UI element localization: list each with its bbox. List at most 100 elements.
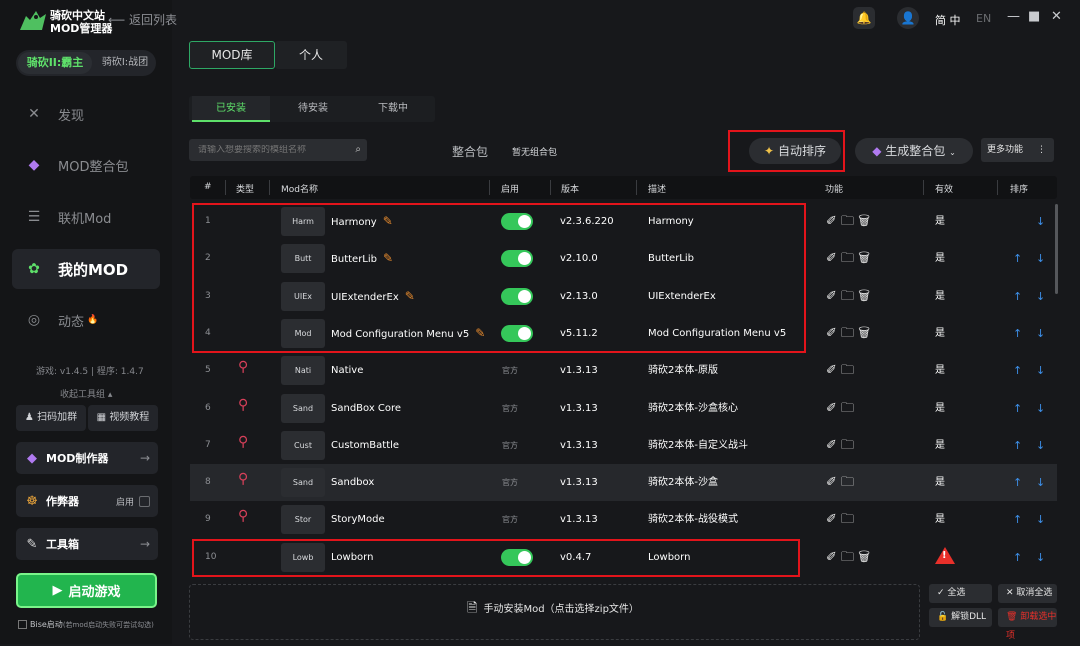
edit-icon[interactable]: ✐ xyxy=(826,438,837,453)
uninstall-selected-button[interactable]: 🗑 卸载选中项 xyxy=(998,608,1057,641)
subtab-installed[interactable]: 已安装 xyxy=(192,96,270,122)
generate-package-button[interactable]: ◆ 生成整合包 ⌄ xyxy=(855,138,973,164)
edit-icon[interactable]: ✐ xyxy=(826,326,837,341)
toolbox-button[interactable]: ✎ 工具箱 → xyxy=(16,528,158,560)
game-switch-warband[interactable]: 骑砍I:战团 xyxy=(96,52,154,74)
nav-discover[interactable]: ✕ 发现 xyxy=(12,94,160,134)
folder-icon[interactable]: 🗀 xyxy=(841,438,854,453)
move-down-icon[interactable]: ↓ xyxy=(1036,315,1045,352)
move-up-icon[interactable]: ↑ xyxy=(1013,539,1022,576)
search-input[interactable] xyxy=(198,145,348,155)
edit-icon[interactable]: ✐ xyxy=(826,289,837,304)
deselect-all-button[interactable]: ✕ 取消全选 xyxy=(998,584,1057,603)
mod-version: v1.3.13 xyxy=(560,514,598,526)
move-up-icon[interactable]: ↑ xyxy=(1013,278,1022,315)
launch-game-button[interactable]: ▶ 启动游戏 xyxy=(16,573,157,608)
function-icons: ✐ 🗀 xyxy=(826,501,896,538)
folder-icon[interactable]: 🗀 xyxy=(841,326,854,341)
edit-icon[interactable]: ✐ xyxy=(826,251,837,266)
table-row[interactable]: 6 ⚲ Sand SandBox Core 官方 v1.3.13 骑砍2本体-沙盒核心 ✐ 🗀… xyxy=(190,390,1057,427)
collapse-toolgroup[interactable]: 收起工具组 ▴ xyxy=(60,387,112,400)
edit-icon[interactable]: ✐ xyxy=(826,401,837,416)
maximize-icon[interactable]: ■ xyxy=(1028,9,1040,24)
video-tutorial-button[interactable]: ▦ 视频教程 xyxy=(88,405,158,431)
lang-en[interactable]: EN xyxy=(976,12,991,25)
move-down-icon[interactable]: ↓ xyxy=(1036,464,1045,501)
move-down-icon[interactable]: ↓ xyxy=(1036,427,1045,464)
folder-icon[interactable]: 🗀 xyxy=(841,214,854,229)
cheat-enable-checkbox[interactable] xyxy=(139,495,150,507)
move-down-icon[interactable]: ↓ xyxy=(1036,240,1045,277)
move-down-icon[interactable]: ↓ xyxy=(1036,352,1045,389)
subtab-downloading[interactable]: 下载中 xyxy=(354,96,432,122)
delete-icon[interactable]: 🗑 xyxy=(858,214,870,229)
delete-icon[interactable]: 🗑 xyxy=(858,326,870,341)
search-icon[interactable]: ⌕ xyxy=(355,139,361,161)
table-row[interactable]: 8 ⚲ Sand Sandbox 官方 v1.3.13 骑砍2本体-沙盒 ✐ 🗀 是 ↑ ↓ xyxy=(190,464,1057,502)
folder-icon[interactable]: 🗀 xyxy=(841,289,854,304)
edit-icon[interactable]: ✐ xyxy=(826,512,837,527)
nav-mod-package[interactable]: ◆ MOD整合包 xyxy=(12,145,160,185)
folder-icon[interactable]: 🗀 xyxy=(841,550,854,565)
select-all-button[interactable]: ✓ 全选 xyxy=(929,584,992,603)
folder-icon[interactable]: 🗀 xyxy=(841,512,854,527)
move-up-icon[interactable]: ↑ xyxy=(1013,240,1022,277)
bise-checkbox[interactable] xyxy=(18,620,27,629)
valid-status: 是 xyxy=(935,365,945,377)
tab-personal[interactable]: 个人 xyxy=(275,41,347,69)
valid-status: 是 xyxy=(935,216,945,227)
move-up-icon[interactable]: ↑ xyxy=(1013,464,1022,501)
edit-icon[interactable]: ✐ xyxy=(826,550,837,565)
move-down-icon[interactable]: ↓ xyxy=(1036,390,1045,427)
table-row[interactable]: 7 ⚲ Cust CustomBattle 官方 v1.3.13 骑砍2本体-自定义战斗 ✐ … xyxy=(190,427,1057,464)
row-number: 6 xyxy=(205,402,211,413)
scrollbar[interactable] xyxy=(1055,204,1058,294)
move-down-icon[interactable]: ↓ xyxy=(1036,539,1045,576)
more-functions-button[interactable]: 更多功能 ⋮ xyxy=(981,138,1054,162)
autosort-button[interactable]: ✦ 自动排序 xyxy=(749,138,841,164)
folder-icon[interactable]: 🗀 xyxy=(841,363,854,378)
minimize-icon[interactable]: — xyxy=(1007,9,1020,24)
nav-news[interactable]: ◎ 动态 🔥 xyxy=(12,300,160,340)
bell-icon[interactable]: 🔔 xyxy=(853,7,875,29)
move-down-icon[interactable]: ↓ xyxy=(1036,501,1045,538)
avatar-icon[interactable]: 👤 xyxy=(897,7,919,29)
subtab-pending[interactable]: 待安装 xyxy=(274,96,352,122)
lang-zh[interactable]: 简 中 xyxy=(935,12,961,28)
delete-icon[interactable]: 🗑 xyxy=(858,251,870,266)
folder-icon[interactable]: 🗀 xyxy=(841,251,854,266)
game-switch-bannerlord[interactable]: 骑砍II:霸主 xyxy=(18,52,92,74)
move-down-icon[interactable]: ↓ xyxy=(1036,278,1045,315)
scan-join-group-button[interactable]: ♟ 扫码加群 xyxy=(16,405,86,431)
nav-online-mod[interactable]: ☰ 联机Mod xyxy=(12,197,160,237)
folder-icon[interactable]: 🗀 xyxy=(841,401,854,416)
close-icon[interactable]: ✕ xyxy=(1051,9,1062,24)
fire-icon: 🔥 xyxy=(87,315,99,325)
official-tag: 官方 xyxy=(502,403,518,413)
program-version: 程序: 1.4.7 xyxy=(96,367,144,377)
table-row[interactable]: 9 ⚲ Stor StoryMode 官方 v1.3.13 骑砍2本体-战役模式 ✐ 🗀 是 ↑ ↓ xyxy=(190,501,1057,538)
move-up-icon[interactable]: ↑ xyxy=(1013,390,1022,427)
move-up-icon[interactable]: ↑ xyxy=(1013,501,1022,538)
bise-launch-option[interactable]: Bise启动(若mod启动失败可尝试勾选) xyxy=(18,619,154,630)
edit-icon[interactable]: ✐ xyxy=(826,214,837,229)
unlock-dll-button[interactable]: 🔓 解锁DLL xyxy=(929,608,992,627)
delete-icon[interactable]: 🗑 xyxy=(858,550,870,565)
move-down-icon[interactable]: ↓ xyxy=(1036,203,1045,240)
arrow-right-icon: → xyxy=(139,451,150,465)
move-up-icon[interactable]: ↑ xyxy=(1013,427,1022,464)
x-icon: ✕ xyxy=(1006,588,1014,598)
function-icons: ✐ 🗀 xyxy=(826,390,896,427)
nav-my-mod[interactable]: ✿ 我的MOD xyxy=(12,249,160,289)
tab-modlib[interactable]: MOD库 xyxy=(189,41,275,69)
edit-icon[interactable]: ✐ xyxy=(826,475,837,490)
mod-maker-button[interactable]: ◆ MOD制作器 → xyxy=(16,442,158,474)
back-to-list-link[interactable]: ⟵ 返回列表 xyxy=(108,11,177,28)
edit-icon[interactable]: ✐ xyxy=(826,363,837,378)
move-up-icon[interactable]: ↑ xyxy=(1013,315,1022,352)
table-row[interactable]: 5 ⚲ Nati Native 官方 v1.3.13 骑砍2本体-原版 ✐ 🗀 是 ↑ ↓ xyxy=(190,352,1057,389)
folder-icon[interactable]: 🗀 xyxy=(841,475,854,490)
move-up-icon[interactable]: ↑ xyxy=(1013,352,1022,389)
delete-icon[interactable]: 🗑 xyxy=(858,289,870,304)
manual-install-label[interactable]: 🗎 手动安装Mod（点击选择zip文件） xyxy=(467,599,639,621)
